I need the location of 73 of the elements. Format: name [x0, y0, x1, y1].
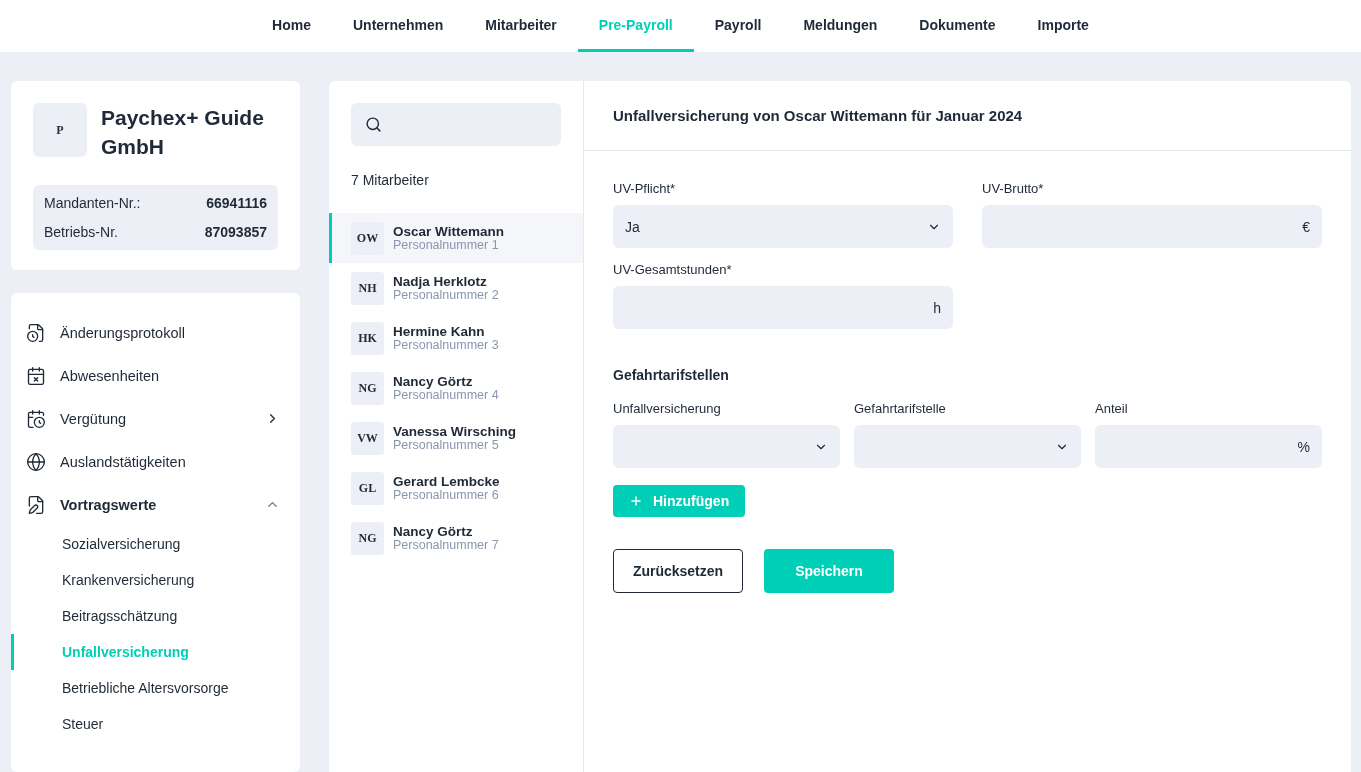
select-field[interactable] — [613, 425, 840, 468]
avatar: NH — [351, 271, 384, 305]
employee-number: Personalnummer 4 — [393, 388, 499, 402]
detail-value: 87093857 — [204, 223, 267, 242]
nav-tab[interactable]: Payroll — [693, 0, 783, 52]
field-label: UV-Gesamtstunden* — [613, 262, 733, 277]
sidebar-item[interactable]: Vergütung — [11, 397, 300, 440]
field-label: UV-Brutto* — [982, 181, 1045, 196]
employee-name: Nancy Görtz — [393, 524, 473, 539]
unit-label: h — [933, 299, 941, 316]
nav-tab[interactable]: Importe — [1016, 0, 1110, 52]
sidebar-item[interactable]: Vortragswerte — [11, 483, 300, 526]
avatar: HK — [351, 321, 384, 355]
employee-number: Personalnummer 2 — [393, 288, 499, 302]
sidebar-item-icon — [26, 451, 46, 472]
field-label: Gefahrtarifstelle — [854, 401, 947, 416]
employee-name: Vanessa Wirsching — [393, 424, 516, 439]
employee-number: Personalnummer 5 — [393, 438, 499, 452]
sidebar-subitem[interactable]: Krankenversicherung — [11, 562, 300, 598]
sidebar-item-icon — [26, 408, 46, 429]
sidebar-item[interactable]: Abwesenheiten — [11, 354, 300, 397]
select-field[interactable] — [854, 425, 1081, 468]
field-label: Anteil — [1095, 401, 1129, 416]
unit-label: % — [1297, 438, 1310, 455]
unit-label: € — [1302, 218, 1310, 235]
employee-count: 7 Mitarbeiter — [351, 172, 430, 188]
avatar: NG — [351, 371, 384, 405]
sidebar-subitem[interactable]: Betriebliche Altersvorsorge — [11, 670, 300, 706]
sidebar-item-icon — [26, 494, 46, 515]
nav-tab[interactable]: Meldungen — [782, 0, 899, 52]
select-value: Ja — [625, 218, 641, 235]
sidebar-subitem[interactable]: Beitragsschätzung — [11, 598, 300, 634]
search-field[interactable] — [351, 103, 561, 146]
input-field[interactable]: € — [982, 205, 1322, 248]
form-title: Unfallversicherung von Oscar Wittemann für Januar 2024 — [584, 81, 1351, 151]
sidebar-subitem[interactable]: Steuer — [11, 706, 300, 742]
company-logo: P — [33, 103, 87, 157]
search-icon — [365, 116, 382, 133]
avatar: OW — [351, 221, 384, 255]
input-field[interactable]: % — [1095, 425, 1322, 468]
employee-number: Personalnummer 3 — [393, 338, 499, 352]
nav-tab[interactable]: Dokumente — [898, 0, 1017, 52]
employee-item[interactable]: OW Oscar Wittemann Personalnummer 1 — [329, 213, 583, 263]
field-label: Unfallversicherung — [613, 401, 722, 416]
employee-name: Oscar Wittemann — [393, 224, 504, 239]
sidebar-item-icon — [26, 322, 46, 343]
employee-number: Personalnummer 1 — [393, 238, 500, 252]
employee-number: Personalnummer 6 — [393, 488, 500, 502]
sidebar-item[interactable]: Auslandstätigkeiten — [11, 440, 300, 483]
nav-tab[interactable]: Mitarbeiter — [464, 0, 578, 52]
input-field[interactable]: h — [613, 286, 953, 329]
avatar: VW — [351, 421, 384, 455]
reset-button[interactable]: Zurücksetzen — [613, 549, 743, 593]
detail-value: 66941116 — [206, 194, 267, 213]
avatar: NG — [351, 521, 384, 555]
sidebar-subitem[interactable]: Sozialversicherung — [11, 526, 300, 562]
sidebar-item-icon — [26, 365, 46, 386]
employee-name: Nancy Görtz — [393, 374, 473, 389]
plus-icon — [629, 494, 643, 508]
employee-name: Nadja Herklotz — [393, 274, 487, 289]
detail-label: Mandanten-Nr.: — [44, 194, 141, 213]
employee-name: Gerard Lembcke — [393, 474, 500, 489]
select-field[interactable]: Ja — [613, 205, 953, 248]
sidebar-item[interactable]: Änderungsprotokoll — [11, 311, 300, 354]
employee-name: Hermine Kahn — [393, 324, 486, 339]
field-label: UV-Pflicht* — [613, 181, 677, 196]
detail-label: Betriebs-Nr. — [44, 223, 118, 242]
company-name: Paychex+ Guide GmbH — [101, 105, 265, 160]
avatar: GL — [351, 471, 384, 505]
section-heading: Gefahrtarifstellen — [613, 367, 730, 383]
employee-number: Personalnummer 7 — [393, 538, 499, 552]
nav-tab[interactable]: Home — [251, 0, 332, 52]
nav-tab[interactable]: Unternehmen — [332, 0, 465, 52]
